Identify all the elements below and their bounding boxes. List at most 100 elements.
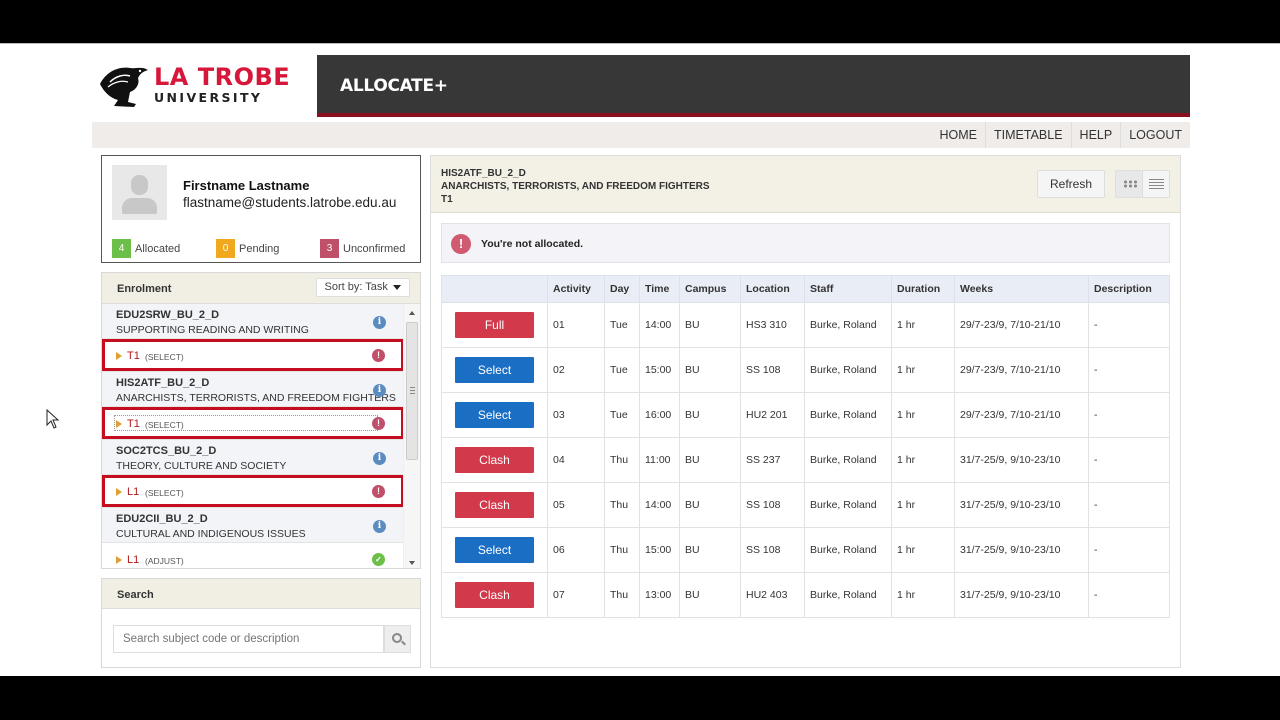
cell-staff: Burke, Roland	[804, 572, 892, 618]
enrolment-title: Enrolment	[117, 283, 172, 295]
cell-day: Thu	[604, 572, 640, 618]
refresh-button[interactable]: Refresh	[1037, 170, 1105, 198]
warning-icon: !	[372, 349, 385, 362]
cell-location: HS3 310	[740, 302, 805, 348]
profile-email: flastname@students.latrobe.edu.au	[183, 195, 397, 210]
scroll-down-icon[interactable]	[409, 561, 415, 565]
sort-label: Sort by: Task	[324, 281, 388, 293]
subject-desc: SUPPORTING READING AND WRITING	[116, 324, 309, 336]
warning-icon: !	[372, 485, 385, 498]
enrolment-scrollbar[interactable]	[403, 304, 420, 568]
stat-pending-count: 0	[216, 239, 235, 258]
scrollbar-thumb[interactable]	[406, 322, 418, 460]
table-row: Select 06 Thu 15:00 BU SS 108 Burke, Roland 1 h…	[441, 527, 1170, 573]
subject-item[interactable]: EDU2CII_BU_2_D CULTURAL AND INDIGENOUS I…	[102, 508, 404, 543]
search-button[interactable]	[384, 625, 411, 653]
info-icon[interactable]: i	[373, 520, 386, 533]
nav-home[interactable]: HOME	[932, 122, 986, 148]
full-button[interactable]: Full	[455, 312, 534, 338]
info-icon[interactable]: i	[373, 452, 386, 465]
table-row: Select 02 Tue 15:00 BU SS 108 Burke, Roland 1 h…	[441, 347, 1170, 393]
col-time: Time	[639, 275, 680, 303]
table-row: Clash 07 Thu 13:00 BU HU2 403 Burke, Roland 1 h…	[441, 572, 1170, 618]
cell-weeks: 31/7-25/9, 9/10-23/10	[954, 482, 1089, 528]
task-action: (SELECT)	[145, 352, 184, 362]
enrolment-header: Enrolment Sort by: Task	[102, 273, 420, 304]
allocation-alert: ! You're not allocated.	[441, 223, 1170, 263]
avatar	[112, 165, 167, 220]
selected-activity-group: T1	[441, 194, 453, 205]
eagle-icon	[100, 67, 148, 107]
grid-icon	[1123, 180, 1137, 188]
task-code: L1	[127, 554, 140, 566]
select-button[interactable]: Select	[455, 402, 534, 428]
stat-pending-label: Pending	[239, 242, 280, 255]
subject-item[interactable]: EDU2SRW_BU_2_D SUPPORTING READING AND WR…	[102, 304, 404, 339]
subject-desc: CULTURAL AND INDIGENOUS ISSUES	[116, 528, 306, 540]
cell-time: 16:00	[639, 392, 680, 438]
scroll-up-icon[interactable]	[409, 311, 415, 315]
selected-subject-name: ANARCHISTS, TERRORISTS, AND FREEDOM FIGH…	[441, 181, 710, 192]
select-button[interactable]: Select	[455, 357, 534, 383]
search-input[interactable]	[113, 625, 384, 653]
clash-button[interactable]: Clash	[455, 582, 534, 608]
info-icon[interactable]: i	[373, 384, 386, 397]
list-view-button[interactable]	[1142, 171, 1169, 197]
stat-unconfirmed[interactable]: 3 Unconfirmed	[320, 239, 405, 258]
table-header-row: Activity Day Time Campus Location Staff …	[441, 275, 1170, 303]
clash-button[interactable]: Clash	[455, 492, 534, 518]
stat-allocated[interactable]: 4 Allocated	[112, 239, 216, 258]
task-action: (ADJUST)	[145, 556, 184, 566]
caret-down-icon	[393, 284, 401, 290]
user-silhouette-icon	[131, 175, 148, 195]
cell-description: -	[1088, 347, 1170, 393]
task-item[interactable]: L1 (ADJUST) ✓	[102, 543, 404, 568]
profile-card: Firstname Lastname flastname@students.la…	[101, 155, 421, 263]
cell-staff: Burke, Roland	[804, 527, 892, 573]
nav-timetable[interactable]: TIMETABLE	[985, 122, 1071, 148]
cell-day: Thu	[604, 437, 640, 483]
select-button[interactable]: Select	[455, 537, 534, 563]
cell-activity: 05	[547, 482, 605, 528]
cell-activity: 01	[547, 302, 605, 348]
cell-campus: BU	[679, 437, 741, 483]
cell-staff: Burke, Roland	[804, 302, 892, 348]
stat-allocated-count: 4	[112, 239, 131, 258]
subject-item[interactable]: HIS2ATF_BU_2_D ANARCHISTS, TERRORISTS, A…	[102, 372, 404, 407]
task-code: T1	[127, 350, 140, 362]
task-code: L1	[127, 486, 140, 498]
triangle-right-icon	[116, 556, 122, 564]
app-header-bar: ALLOCATE+	[317, 55, 1190, 117]
cell-time: 15:00	[639, 527, 680, 573]
triangle-right-icon	[116, 352, 122, 360]
sort-dropdown[interactable]: Sort by: Task	[315, 278, 410, 297]
cell-campus: BU	[679, 482, 741, 528]
nav-help[interactable]: HELP	[1070, 122, 1121, 148]
subject-item[interactable]: SOC2TCS_BU_2_D THEORY, CULTURE AND SOCIE…	[102, 440, 404, 475]
task-action: (SELECT)	[145, 420, 184, 430]
col-action	[441, 275, 548, 303]
task-item[interactable]: T1 (SELECT) !	[102, 339, 404, 372]
info-icon[interactable]: i	[373, 316, 386, 329]
subject-code: EDU2SRW_BU_2_D	[116, 309, 220, 321]
task-item-selected[interactable]: T1 (SELECT) !	[102, 407, 404, 440]
cell-day: Thu	[604, 482, 640, 528]
clash-button[interactable]: Clash	[455, 447, 534, 473]
nav-logout[interactable]: LOGOUT	[1120, 122, 1190, 148]
la-trobe-logo[interactable]: LA TROBE UNIVERSITY	[96, 62, 296, 112]
cell-location: SS 108	[740, 527, 805, 573]
subject-desc: ANARCHISTS, TERRORISTS, AND FREEDOM FIGH…	[116, 392, 396, 404]
cell-weeks: 29/7-23/9, 7/10-21/10	[954, 392, 1089, 438]
grid-view-button[interactable]	[1116, 171, 1142, 197]
search-panel: Search	[101, 578, 421, 668]
subject-desc: THEORY, CULTURE AND SOCIETY	[116, 460, 287, 472]
cell-duration: 1 hr	[891, 572, 955, 618]
stat-pending[interactable]: 0 Pending	[216, 239, 320, 258]
cell-description: -	[1088, 482, 1170, 528]
cell-time: 14:00	[639, 302, 680, 348]
task-item[interactable]: L1 (SELECT) !	[102, 475, 404, 508]
col-day: Day	[604, 275, 640, 303]
activity-table: Activity Day Time Campus Location Staff …	[441, 275, 1170, 618]
cell-description: -	[1088, 527, 1170, 573]
cell-description: -	[1088, 392, 1170, 438]
